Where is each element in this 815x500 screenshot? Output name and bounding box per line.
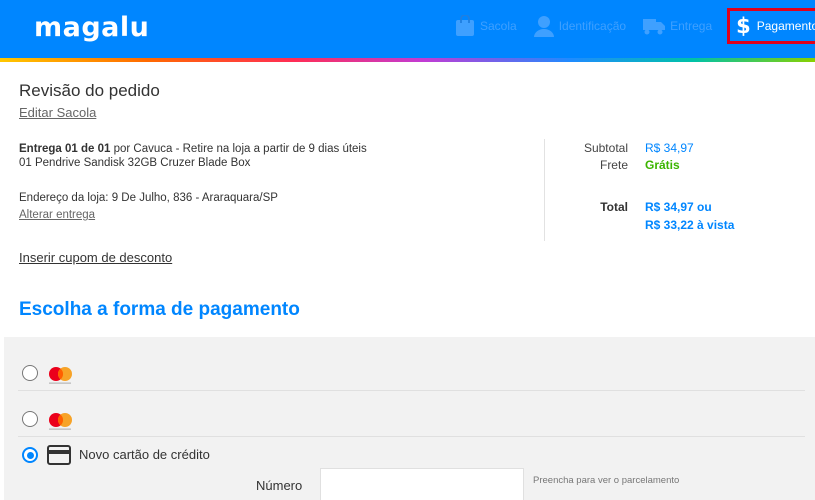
review-title: Revisão do pedido xyxy=(19,81,160,100)
total-label: Total xyxy=(600,200,628,214)
change-delivery-link[interactable]: Alterar entrega xyxy=(19,209,95,221)
magalu-logo[interactable]: magalu xyxy=(34,12,149,43)
store-address: Endereço da loja: 9 De Julho, 836 - Arar… xyxy=(19,192,278,204)
subtotal-value: R$ 34,97 xyxy=(645,141,694,155)
mastercard-icon xyxy=(49,367,72,384)
credit-card-icon xyxy=(47,445,71,465)
step-identificacao[interactable]: Identificação xyxy=(533,8,627,44)
step-entrega-label: Entrega xyxy=(670,19,713,33)
delivery-detail: por Cavuca - Retire na loja a partir de … xyxy=(110,143,367,155)
checkout-steps: Sacola Identificação Entrega $ Pagamento xyxy=(455,8,815,44)
edit-bag-link[interactable]: Editar Sacola xyxy=(19,105,96,120)
summary-divider xyxy=(544,139,545,241)
header-bar: magalu Sacola Identificação Entrega $ Pa… xyxy=(0,0,815,62)
payment-option-mastercard-2[interactable] xyxy=(18,391,805,437)
card-number-input[interactable] xyxy=(320,468,524,500)
mastercard-icon xyxy=(49,413,72,430)
delivery-count: Entrega 01 de 01 xyxy=(19,143,111,155)
step-sacola-label: Sacola xyxy=(480,19,517,33)
step-identificacao-label: Identificação xyxy=(558,19,627,33)
new-card-label: Novo cartão de crédito xyxy=(79,447,210,462)
installments-hint: Preencha para ver o parcelamento xyxy=(533,475,680,486)
radio-button[interactable] xyxy=(22,411,38,427)
truck-icon xyxy=(643,19,666,35)
bag-icon xyxy=(456,15,474,36)
card-number-label: Número xyxy=(256,478,303,493)
shipping-value: Grátis xyxy=(645,158,680,172)
step-sacola[interactable]: Sacola xyxy=(455,8,517,44)
delivery-info: Entrega 01 de 01 por Cavuca - Retire na … xyxy=(19,141,367,158)
shipping-label: Frete xyxy=(599,158,628,172)
payment-option-mastercard-1[interactable] xyxy=(18,345,805,391)
step-entrega[interactable]: Entrega xyxy=(643,8,712,44)
step-pagamento-label: Pagamento xyxy=(756,19,815,33)
total-value: R$ 34,97 ou xyxy=(645,200,712,214)
user-icon xyxy=(533,16,554,37)
subtotal-label: Subtotal xyxy=(583,141,628,155)
cash-total-value: R$ 33,22 à vista xyxy=(645,218,735,232)
payment-section-title: Escolha a forma de pagamento xyxy=(19,299,300,320)
radio-button-selected[interactable] xyxy=(22,447,38,463)
coupon-link[interactable]: Inserir cupom de desconto xyxy=(19,250,172,265)
step-pagamento[interactable]: $ Pagamento xyxy=(727,8,815,44)
dollar-icon: $ xyxy=(736,14,751,38)
payment-options-panel: Novo cartão de crédito Número Preencha p… xyxy=(4,337,815,500)
radio-button[interactable] xyxy=(22,365,38,381)
rainbow-divider xyxy=(0,58,815,62)
product-line: 01 Pendrive Sandisk 32GB Cruzer Blade Bo… xyxy=(19,157,251,169)
